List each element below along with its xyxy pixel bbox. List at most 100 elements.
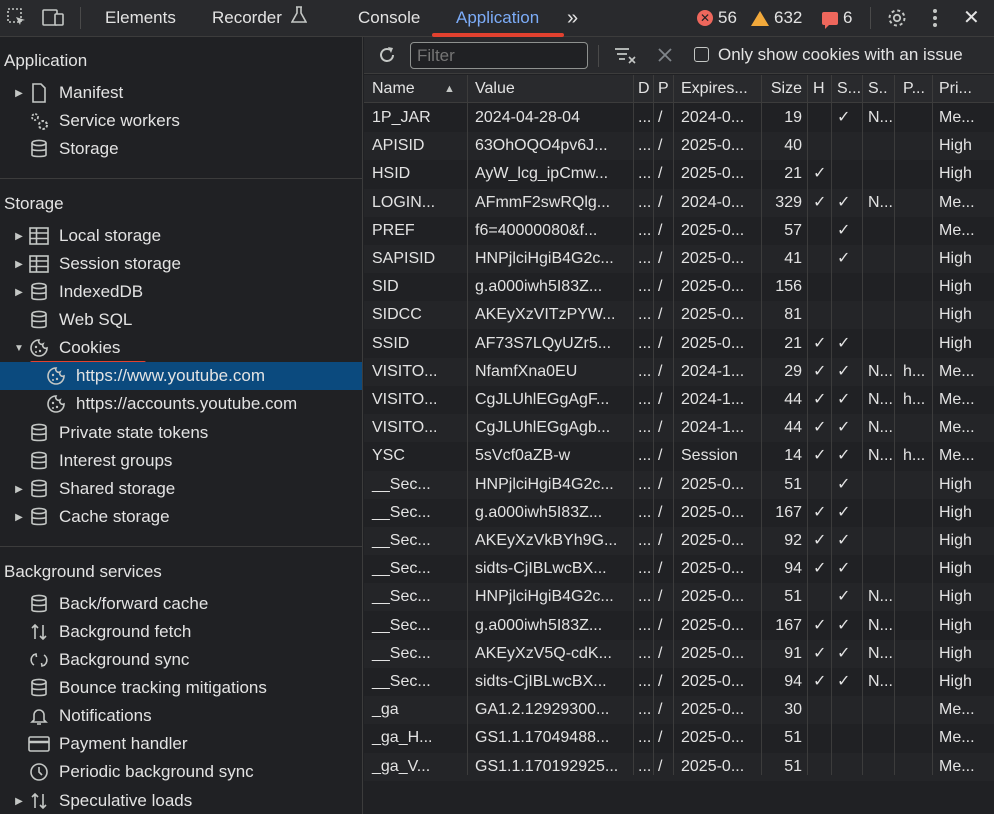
- sidebar-item-service-workers[interactable]: Service workers: [0, 107, 362, 135]
- sidebar-item-storage-overview[interactable]: Storage: [0, 135, 362, 163]
- table-row[interactable]: __Sec... g.a000iwh5I83Z...... / 2025-0... 16…: [364, 499, 994, 527]
- table-row[interactable]: __Sec... sidts-CjIBLwcBX...... / 2025-0... 9…: [364, 555, 994, 583]
- cell-name: PREF: [372, 221, 415, 239]
- more-tabs-icon[interactable]: »: [567, 0, 578, 36]
- sidebar-item-bounce-tracking-mitigations[interactable]: Bounce tracking mitigations: [0, 674, 362, 702]
- sidebar-item-notifications[interactable]: Notifications: [0, 702, 362, 730]
- cell-samesite: N...: [868, 644, 893, 662]
- table-row[interactable]: APISID 63OhOQO4pv6J...... / 2025-0... 40 High: [364, 132, 994, 161]
- table-row[interactable]: __Sec... sidts-CjIBLwcBX...... / 2025-0... 9…: [364, 668, 994, 696]
- inspect-element-icon[interactable]: [4, 6, 30, 30]
- warning-counter[interactable]: 632: [751, 8, 802, 28]
- column-header-domain[interactable]: D: [634, 75, 654, 103]
- close-devtools-icon[interactable]: ✕: [963, 0, 980, 36]
- cell-secure: [832, 696, 863, 724]
- table-row[interactable]: SAPISID HNPjlciHgiB4G2c...... / 2025-0... 41…: [364, 245, 994, 273]
- cell-samesite: [863, 471, 895, 499]
- cell-path: /: [658, 447, 663, 465]
- table-row[interactable]: SSID AF73S7LQyUZr5...... / 2025-0... 21 ✓ ✓ Hig…: [364, 330, 994, 358]
- cell-path: /: [658, 644, 663, 662]
- refresh-icon[interactable]: [374, 43, 400, 67]
- sidebar-item-back-forward-cache[interactable]: Back/forward cache: [0, 590, 362, 618]
- column-divider[interactable]: [467, 75, 468, 775]
- column-header-partition-key[interactable]: P...: [895, 75, 933, 103]
- database-icon: [28, 506, 50, 528]
- table-row[interactable]: __Sec... HNPjlciHgiB4G2c...... / 2025-0... 5…: [364, 470, 994, 499]
- sidebar-item-private-state-tokens[interactable]: Private state tokens: [0, 419, 362, 447]
- tab-recorder[interactable]: Recorder: [212, 0, 308, 36]
- settings-gear-icon[interactable]: [884, 6, 910, 30]
- table-row[interactable]: __Sec... AKEyXzVkBYh9G...... / 2025-0... 92 ✓…: [364, 527, 994, 555]
- column-header-path[interactable]: P: [654, 75, 674, 103]
- sidebar-item-cookie-origin-accounts[interactable]: https://accounts.youtube.com: [0, 390, 362, 418]
- cell-secure: [832, 753, 863, 781]
- column-divider[interactable]: [653, 75, 654, 775]
- cell-secure: ✓: [837, 673, 851, 690]
- sidebar-item-speculative-loads[interactable]: ▶ Speculative loads: [0, 787, 362, 814]
- table-row[interactable]: SIDCC AKEyXzVITzPYW...... / 2025-0... 81 High: [364, 301, 994, 330]
- tab-console[interactable]: Console: [358, 0, 420, 36]
- table-row[interactable]: _ga GA1.2.12929300...... / 2025-0... 30 Me...: [364, 696, 994, 725]
- sidebar-item-cookie-origin-youtube[interactable]: https://www.youtube.com: [0, 362, 362, 390]
- sidebar-item-periodic-background-sync[interactable]: Periodic background sync: [0, 758, 362, 786]
- sidebar-item-interest-groups[interactable]: Interest groups: [0, 447, 362, 475]
- table-row[interactable]: LOGIN... AFmmF2swRQlg...... / 2024-0... 329 ✓…: [364, 188, 994, 217]
- table-row[interactable]: __Sec... g.a000iwh5I83Z...... / 2025-0... 16…: [364, 612, 994, 640]
- column-header-value[interactable]: Value: [468, 75, 634, 103]
- cell-partition-key: [895, 668, 933, 696]
- table-row[interactable]: _ga_H... GS1.1.17049488...... / 2025-0... 51…: [364, 724, 994, 752]
- clear-filtered-cookies-icon[interactable]: [612, 43, 638, 67]
- table-row[interactable]: 1P_JAR 2024-04-28-04... / 2024-0... 19 ✓ N... M…: [364, 104, 994, 132]
- table-row[interactable]: HSID AyW_lcg_ipCmw...... / 2025-0... 21 ✓ High: [364, 160, 994, 188]
- column-divider[interactable]: [761, 75, 762, 775]
- sidebar-item-cache-storage[interactable]: ▶ Cache storage: [0, 503, 362, 531]
- table-row[interactable]: PREF f6=40000080&f...... / 2025-0... 57 ✓ Me..…: [364, 217, 994, 245]
- sidebar-item-session-storage[interactable]: ▶ Session storage: [0, 250, 362, 278]
- cell-httponly: ✓: [813, 362, 827, 380]
- table-row[interactable]: YSC 5sVcf0aZB-w... / Session 14 ✓ ✓ N... h... Me.…: [364, 442, 994, 470]
- sidebar-item-web-sql[interactable]: Web SQL: [0, 306, 362, 334]
- sidebar-item-background-fetch[interactable]: Background fetch: [0, 618, 362, 646]
- warning-icon: [751, 10, 769, 26]
- table-row[interactable]: SID g.a000iwh5I83Z...... / 2025-0... 156 High: [364, 273, 994, 301]
- table-row[interactable]: __Sec... HNPjlciHgiB4G2c...... / 2025-0... 5…: [364, 583, 994, 612]
- sidebar-item-manifest[interactable]: ▶ Manifest: [0, 79, 362, 107]
- table-row[interactable]: _ga_V... GS1.1.170192925...... / 2025-0... 5…: [364, 752, 994, 781]
- column-header-samesite[interactable]: S..: [863, 75, 895, 103]
- sidebar-item-background-sync[interactable]: Background sync: [0, 646, 362, 674]
- column-header-size[interactable]: Size: [762, 75, 808, 103]
- column-header-priority[interactable]: Pri...: [933, 75, 994, 103]
- sidebar-item-payment-handler[interactable]: Payment handler: [0, 730, 362, 758]
- database-icon: [28, 677, 50, 699]
- sidebar-item-label: https://www.youtube.com: [76, 366, 265, 385]
- error-counter[interactable]: ✕ 56: [697, 8, 737, 28]
- column-header-secure[interactable]: S...: [832, 75, 863, 103]
- message-counter[interactable]: 6: [822, 8, 852, 29]
- cookie-filter-input[interactable]: [410, 42, 588, 69]
- sidebar-item-label: IndexedDB: [59, 282, 144, 301]
- delete-selected-cookie-icon[interactable]: [652, 43, 678, 67]
- sidebar-item-local-storage[interactable]: ▶ Local storage: [0, 222, 362, 250]
- tab-application[interactable]: Application: [456, 0, 539, 36]
- cell-size: 167: [775, 503, 802, 521]
- table-row[interactable]: VISITO... CgJLUhlEGgAgF...... / 2024-1... 44…: [364, 386, 994, 414]
- tab-elements[interactable]: Elements: [105, 0, 176, 36]
- only-issues-checkbox[interactable]: [694, 47, 709, 62]
- more-options-icon[interactable]: [922, 6, 948, 30]
- table-row[interactable]: VISITO... CgJLUhlEGgAgb...... / 2024-1... 44…: [364, 414, 994, 443]
- column-header-httponly[interactable]: H: [808, 75, 832, 103]
- sidebar-item-cookies[interactable]: ▼ Cookies: [0, 334, 362, 362]
- table-row[interactable]: __Sec... AKEyXzV5Q-cdK...... / 2025-0... 91 ✓…: [364, 639, 994, 668]
- sidebar-item-indexeddb[interactable]: ▶ IndexedDB: [0, 278, 362, 306]
- column-divider[interactable]: [831, 75, 832, 775]
- column-divider[interactable]: [673, 75, 674, 775]
- column-divider[interactable]: [932, 75, 933, 775]
- column-divider[interactable]: [633, 75, 634, 775]
- column-divider[interactable]: [862, 75, 863, 775]
- column-divider[interactable]: [894, 75, 895, 775]
- sidebar-item-shared-storage[interactable]: ▶ Shared storage: [0, 475, 362, 503]
- table-row[interactable]: VISITO... NfamfXna0EU... / 2024-1... 29 ✓ ✓ N..…: [364, 357, 994, 386]
- device-toolbar-icon[interactable]: [40, 6, 66, 30]
- column-divider[interactable]: [807, 75, 808, 775]
- column-header-expires[interactable]: Expires...: [674, 75, 762, 103]
